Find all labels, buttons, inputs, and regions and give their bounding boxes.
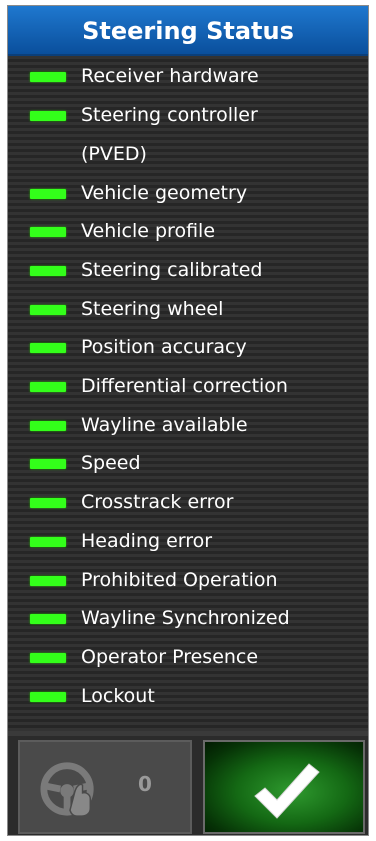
status-item-position-accuracy: Position accuracy — [8, 327, 368, 363]
status-item-vehicle-profile: Vehicle profile — [8, 211, 368, 247]
status-led — [30, 498, 66, 508]
status-item-steering-wheel: Steering wheel — [8, 289, 368, 325]
status-label: Vehicle geometry — [81, 182, 248, 204]
status-label: Operator Presence — [81, 646, 259, 668]
status-item-wayline-synchronized: Wayline Synchronized — [8, 598, 368, 634]
status-led — [30, 266, 66, 276]
status-label: Heading error — [81, 530, 213, 552]
status-label: Vehicle profile — [81, 220, 216, 242]
status-led — [30, 72, 66, 82]
status-label: Differential correction — [81, 375, 288, 397]
status-led — [30, 421, 66, 431]
status-item-crosstrack-error: Crosstrack error — [8, 482, 368, 518]
status-led — [30, 537, 66, 547]
steering-status-panel: Steering Status Receiver hardware Steeri… — [7, 5, 369, 836]
status-label: Steering wheel — [81, 298, 224, 320]
status-label-continuation: (PVED) — [81, 143, 147, 165]
status-label: Steering controller — [81, 104, 258, 126]
status-led — [30, 227, 66, 237]
status-item-heading-error: Heading error — [8, 521, 368, 557]
engage-count: 0 — [138, 772, 152, 796]
status-list: Receiver hardware Steering controller (P… — [8, 56, 368, 731]
status-item-operator-presence: Operator Presence — [8, 637, 368, 673]
status-led — [30, 459, 66, 469]
status-led — [30, 343, 66, 353]
status-label: Wayline available — [81, 414, 248, 436]
status-item-steering-controller: Steering controller — [8, 95, 368, 131]
status-item-steering-controller-cont: (PVED) — [8, 134, 368, 170]
status-item-differential-correction: Differential correction — [8, 366, 368, 402]
title-bar: Steering Status — [8, 6, 368, 56]
status-led — [30, 653, 66, 663]
status-led — [30, 189, 66, 199]
status-label: Receiver hardware — [81, 65, 259, 87]
status-led — [30, 111, 66, 121]
status-label: Crosstrack error — [81, 491, 234, 513]
status-led — [30, 692, 66, 702]
status-label: Wayline Synchronized — [81, 607, 290, 629]
status-label: Prohibited Operation — [81, 569, 278, 591]
status-led — [30, 305, 66, 315]
status-item-lockout: Lockout — [8, 676, 368, 712]
status-item-wayline-available: Wayline available — [8, 405, 368, 441]
status-item-prohibited-operation: Prohibited Operation — [8, 560, 368, 596]
status-label: Steering calibrated — [81, 259, 263, 281]
status-label: Lockout — [81, 685, 155, 707]
status-label: Speed — [81, 452, 141, 474]
status-item-steering-calibrated: Steering calibrated — [8, 250, 368, 286]
status-item-receiver-hardware: Receiver hardware — [8, 56, 368, 92]
footer-divider — [8, 731, 368, 736]
status-led — [30, 614, 66, 624]
checkmark-icon — [254, 763, 320, 819]
status-led — [30, 382, 66, 392]
engage-steering-button[interactable]: 0 — [18, 740, 192, 834]
status-item-vehicle-geometry: Vehicle geometry — [8, 173, 368, 209]
status-led — [30, 576, 66, 586]
status-label: Position accuracy — [81, 336, 247, 358]
status-item-speed: Speed — [8, 443, 368, 479]
confirm-button[interactable] — [203, 740, 365, 834]
panel-title: Steering Status — [82, 17, 294, 45]
steering-wheel-icon — [40, 762, 94, 817]
